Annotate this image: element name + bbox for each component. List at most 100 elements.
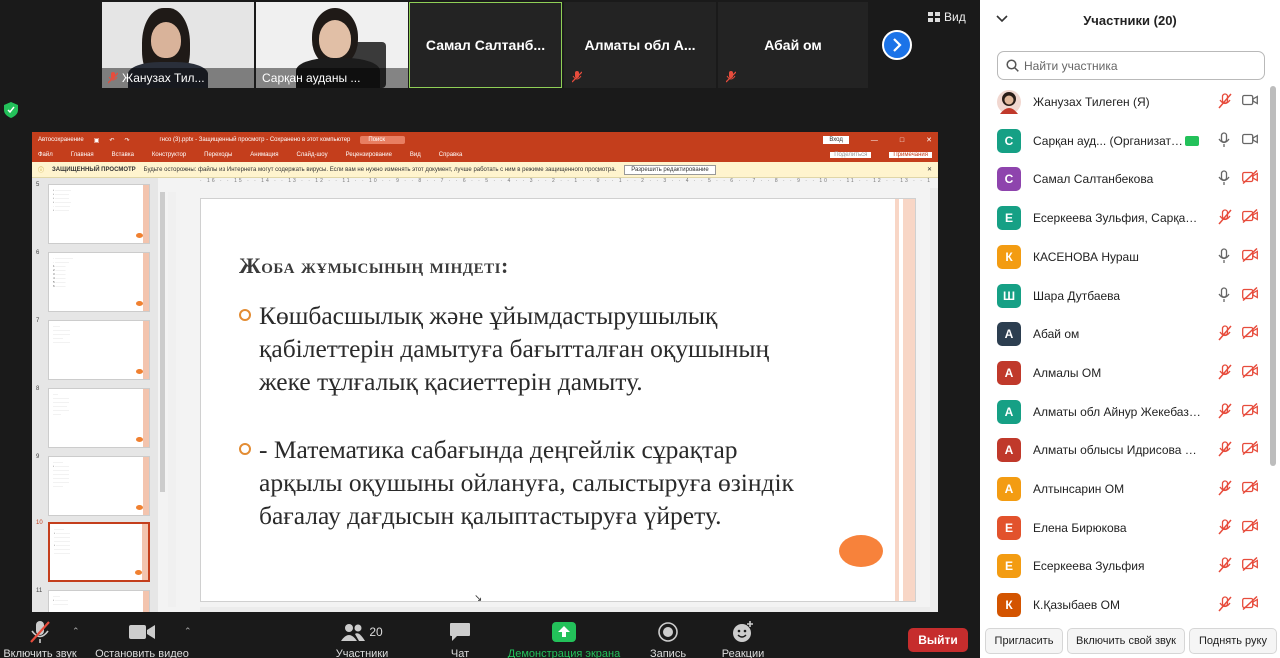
slide-thumbnail-10[interactable]: ·········· • ·············· ··············… [48,522,150,582]
mic-muted-icon[interactable] [1218,441,1232,462]
participants-button[interactable]: 20 Участники [334,620,390,658]
slide-thumbnail-9[interactable]: ·········· • ·············· ··············… [48,456,150,516]
video-camera-icon[interactable] [1242,93,1258,111]
mic-muted-icon[interactable] [1218,519,1232,540]
video-tile-3[interactable]: Самал Салтанб... [409,2,562,88]
raise-hand-button[interactable]: Поднять руку [1189,628,1277,654]
mic-icon[interactable] [1218,248,1230,269]
undo-icon[interactable]: ↶ [109,137,114,144]
close-icon[interactable]: ✕ [927,166,932,173]
mic-icon[interactable] [1218,286,1230,308]
participant-row[interactable]: Ш Шара Дутбаева [980,277,1268,315]
slide-thumbnail-8[interactable]: ····· ················ ················ ···… [48,388,150,448]
unmute-me-button[interactable]: Включить свой звук [1067,628,1185,654]
mic-icon[interactable] [1218,170,1230,191]
leave-button[interactable]: Выйти [908,628,968,652]
unmute-button[interactable]: Включить звук [2,620,78,658]
invite-button[interactable]: Пригласить [985,628,1063,654]
video-off-icon[interactable] [1242,557,1258,576]
avatar: А [997,322,1021,347]
bullet-text: - Математика сабағында деңгейлік сұрақта… [259,435,794,530]
record-button[interactable]: Запись [646,620,690,658]
tab-animations[interactable]: Анимация [250,152,278,158]
chevron-up-icon[interactable]: ⌃ [184,626,192,637]
participant-row[interactable]: Е Елена Бирюкова [980,509,1268,547]
close-icon[interactable]: ✕ [926,136,932,144]
share-screen-button[interactable]: Демонстрация экрана [504,620,624,658]
slide-thumbnail-6[interactable]: · ·················· · ·············· 1 ··… [48,252,150,312]
video-off-icon[interactable] [1242,596,1258,615]
participant-row[interactable]: Жанузах Тилеген (Я) [980,83,1268,121]
slide-scrollbar[interactable] [930,188,938,615]
participant-row[interactable]: А Алмалы ОМ [980,354,1268,392]
video-off-icon[interactable] [1242,286,1258,306]
video-camera-icon[interactable] [1242,132,1258,150]
shield-icon[interactable] [4,102,18,118]
tab-review[interactable]: Рецензирование [346,152,392,158]
redo-icon[interactable]: ↷ [124,137,129,144]
next-page-button[interactable] [882,30,912,60]
participant-row[interactable]: А Абай ом [980,315,1268,353]
stop-video-button[interactable]: Остановить видео [94,620,190,658]
tab-design[interactable]: Конструктор [152,152,186,158]
participant-row[interactable]: С Сарқан ауд... (Организатор) [980,122,1268,160]
video-off-icon[interactable] [1242,325,1258,344]
minimize-icon[interactable]: — [871,137,878,144]
participant-row[interactable]: А Алматы обл Айнур Жекебаза... [980,393,1268,431]
video-off-icon[interactable] [1242,170,1258,189]
tab-view[interactable]: Вид [410,152,421,158]
tab-help[interactable]: Справка [439,152,463,158]
video-tile-1[interactable]: Жанузах Тил... [102,2,254,88]
participant-row[interactable]: Е Есеркеева Зульфия, Сарқан ау... [980,199,1268,237]
mic-muted-icon[interactable] [1218,325,1232,346]
enable-editing-button[interactable]: Разрешить редактирование [624,164,716,175]
participant-list-scrollbar[interactable] [1270,86,1276,466]
video-tile-2[interactable]: Сарқан ауданы ... [256,2,408,88]
share-button[interactable]: Поделиться [830,152,872,158]
thumbnails-scrollbar[interactable] [160,192,165,492]
video-off-icon[interactable] [1242,518,1258,538]
video-tile-5[interactable]: Абай ом [718,2,868,88]
mic-muted-icon[interactable] [1218,93,1232,114]
participant-row[interactable]: Е Есеркеева Зульфия [980,547,1268,585]
view-button[interactable]: Вид [928,10,966,24]
mic-muted-icon[interactable] [1218,364,1232,385]
chevron-up-icon[interactable]: ⌃ [72,626,80,637]
video-off-icon[interactable] [1242,479,1258,499]
slide-thumbnail-5[interactable]: • ················ • ·············· • ····… [48,184,150,244]
ppt-signin-button[interactable]: Вход [823,136,849,144]
slide-thumbnail-7[interactable]: ······· ················· ················… [48,320,150,380]
participant-row[interactable]: К К.Қазыбаев ОМ [980,586,1268,623]
video-off-icon[interactable] [1242,209,1258,228]
ppt-search-box[interactable]: Поиск [360,136,406,144]
tab-transitions[interactable]: Переходы [204,152,232,158]
mic-muted-icon[interactable] [1218,557,1232,578]
mic-muted-icon[interactable] [1218,209,1232,230]
save-icon[interactable]: ▣ [94,137,100,144]
chevron-down-icon[interactable] [996,14,1008,24]
mic-muted-icon[interactable] [1218,480,1232,501]
video-off-icon[interactable] [1242,402,1258,422]
chat-button[interactable]: Чат [446,620,474,658]
tab-insert[interactable]: Вставка [112,152,134,158]
tab-home[interactable]: Главная [71,152,94,158]
video-off-icon[interactable] [1242,441,1258,460]
video-off-icon[interactable] [1242,247,1258,267]
participant-row[interactable]: С Самал Салтанбекова [980,160,1268,198]
video-off-icon[interactable] [1242,363,1258,383]
slide-canvas[interactable]: Жоба жұмысының міндеті: Көшбасшылық және… [200,198,916,602]
notes-button[interactable]: Примечания [889,152,932,158]
participant-row[interactable]: А Алтынсарин ОМ [980,470,1268,508]
participant-row[interactable]: А Алматы облысы Идрисова Сал... [980,431,1268,469]
mic-muted-icon[interactable] [1218,402,1232,424]
tab-slideshow[interactable]: Слайд-шоу [296,152,327,158]
reactions-button[interactable]: Реакции [718,620,768,658]
participant-row[interactable]: К КАСЕНОВА Нураш [980,238,1268,276]
autosave-label[interactable]: Автосохранение [38,137,84,143]
maximize-icon[interactable]: □ [900,137,904,144]
mic-muted-icon[interactable] [1218,596,1232,617]
search-participant-input[interactable]: Найти участника [997,51,1265,80]
mic-icon[interactable] [1218,132,1230,153]
tab-file[interactable]: Файл [38,152,53,158]
video-tile-4[interactable]: Алматы обл А... [564,2,716,88]
